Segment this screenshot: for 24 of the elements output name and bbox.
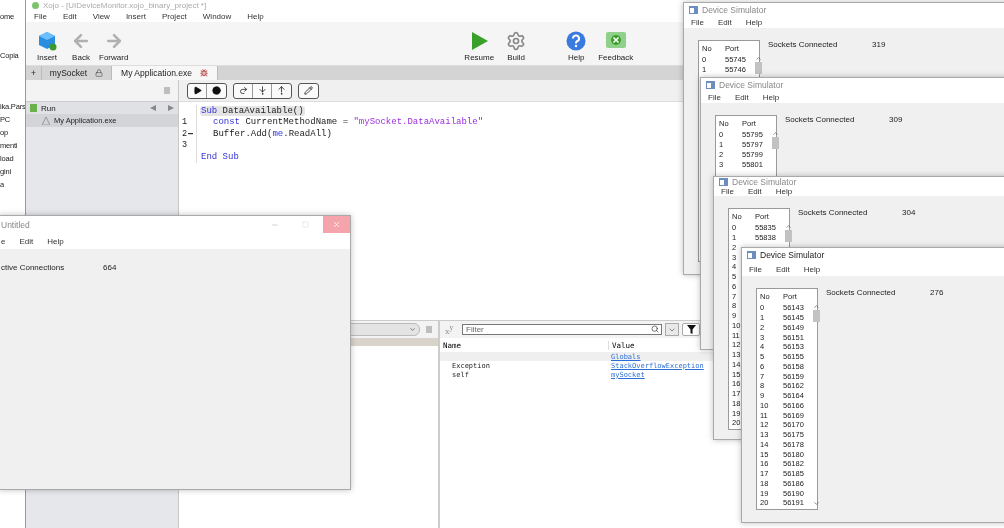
sockets-count: 319 [872,40,886,49]
sockets-label: Sockets Connected [785,115,856,124]
window-title: Untitled [1,219,31,230]
connections-label: ctive Connections [1,263,66,272]
window-title: Xojo - [UIDeviceMonitor.xojo_binary_project *] [43,0,207,10]
line-number: 1 [182,117,188,128]
line-number: 2 [182,128,188,139]
sockets-label: Sockets Connected [798,208,869,217]
group-label: Run [41,103,57,113]
connections-count: 664 [103,263,117,272]
sockets-label: Sockets Connected [768,40,839,49]
sockets-count: 309 [889,115,903,124]
code-line: Sub DataAvailable() [200,105,305,116]
code-line: End Sub [200,151,240,162]
window-title: Device Simulator [719,79,784,90]
sockets-label: Sockets Connected [826,288,897,297]
window-title: Device Simulator [732,177,797,187]
sockets-count: 276 [930,288,944,297]
code-line: const CurrentMethodName = "mySocket.DataAvailable" [212,117,485,128]
window-title: Device Simulator [702,4,767,15]
line-number: 3 [182,140,188,151]
sockets-count: 304 [902,208,916,217]
code-line: Buffer.Add(me.ReadAll) [212,128,333,139]
window-title: Device Simulator [760,250,825,261]
